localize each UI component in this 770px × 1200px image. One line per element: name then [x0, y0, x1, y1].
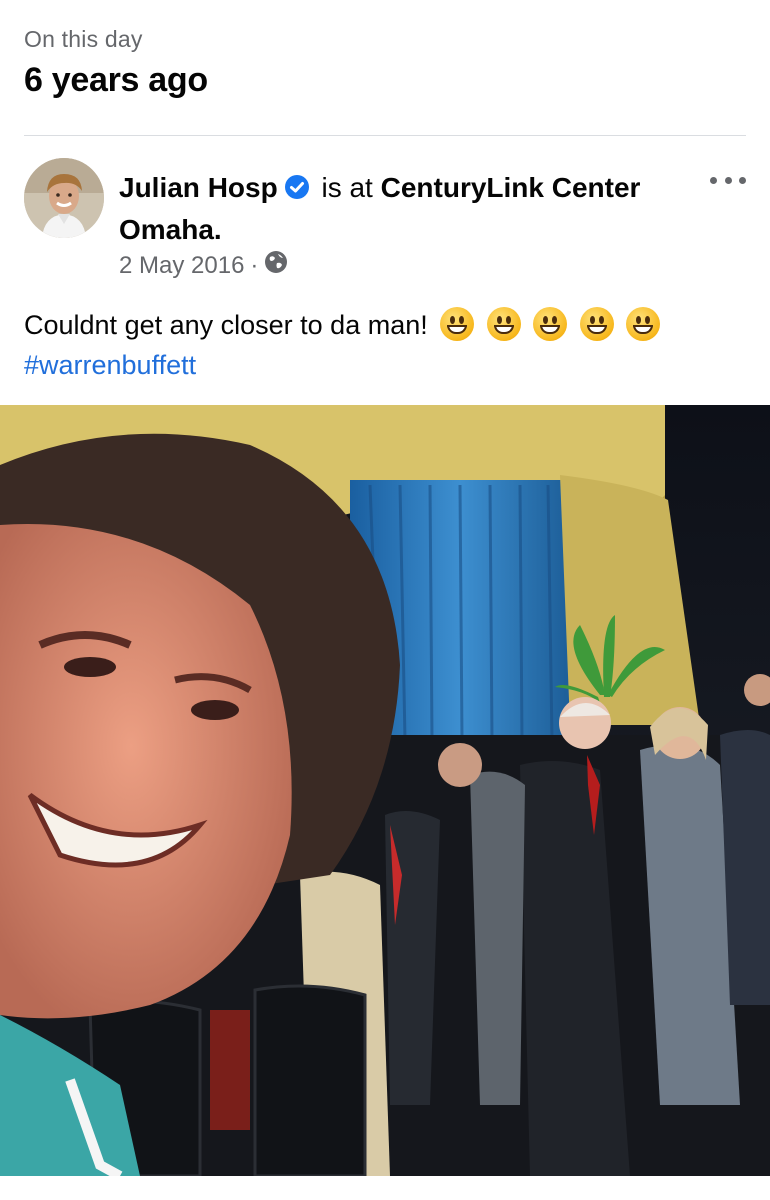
- author-name[interactable]: Julian Hosp: [119, 172, 278, 203]
- memory-header: On this day 6 years ago: [24, 26, 208, 100]
- post-meta: 2 May 2016 ·: [119, 250, 288, 281]
- grinning-face-emoji: [579, 307, 614, 341]
- memory-kicker: On this day: [24, 26, 143, 52]
- author-line: Julian Hosp is at CenturyLink Center Oma…: [119, 168, 679, 249]
- more-dot: [724, 176, 732, 184]
- bottom-strip: [0, 1176, 770, 1200]
- verified-badge-icon: [284, 171, 310, 210]
- post-header: Julian Hosp is at CenturyLink Center Oma…: [24, 158, 746, 288]
- meta-separator: ·: [250, 251, 259, 279]
- more-dot: [710, 176, 717, 184]
- post-date[interactable]: 2 May 2016: [119, 252, 244, 280]
- more-dot: [739, 176, 746, 184]
- location-prefix: is at: [313, 172, 381, 203]
- hashtag-link[interactable]: #warrenbuffett: [24, 345, 744, 385]
- globe-icon: [264, 250, 288, 281]
- memory-title: 6 years ago: [24, 61, 208, 99]
- emoji-group: [435, 307, 661, 341]
- avatar[interactable]: [24, 158, 104, 238]
- grinning-face-emoji: [440, 307, 475, 341]
- grinning-face-emoji: [626, 307, 661, 341]
- grinning-face-emoji: [486, 307, 521, 341]
- post-photo[interactable]: [0, 405, 770, 1176]
- grinning-face-emoji: [533, 307, 568, 341]
- post-message: Couldnt get any closer to da man!: [24, 310, 428, 340]
- more-options-button[interactable]: [710, 170, 746, 190]
- divider: [24, 135, 746, 136]
- post-text: Couldnt get any closer to da man! #warre…: [24, 305, 744, 385]
